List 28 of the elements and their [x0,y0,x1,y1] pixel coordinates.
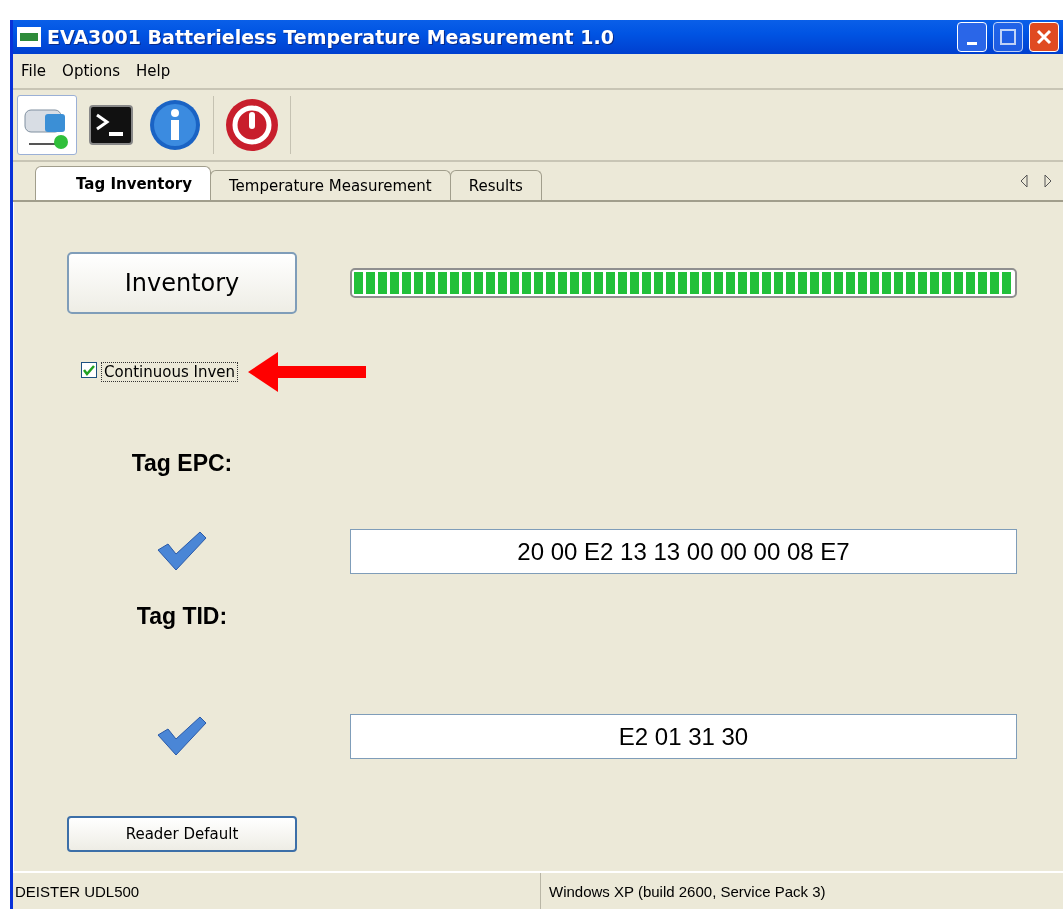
maximize-button[interactable] [993,22,1023,52]
menu-item[interactable]: Help [132,60,175,82]
field-label: Tag TID: [136,603,228,630]
close-icon [1035,28,1053,46]
terminal-icon [89,105,133,145]
scroll-left-icon[interactable] [1019,174,1029,188]
close-button[interactable] [1029,22,1059,52]
status-text: DEISTER UDL500 [13,873,541,909]
checkbox[interactable] [81,362,97,378]
minimize-icon [967,41,977,45]
info-icon [149,99,201,151]
tab[interactable]: Tag Inventory [35,166,211,200]
menu-item[interactable]: Options [58,60,124,82]
maximize-icon [999,28,1017,46]
window-title: EVA3001 Batterieless Temperature Measurement 1.0 [47,26,615,48]
inventory-button[interactable]: Inventory [67,252,297,314]
minimize-button[interactable] [957,22,987,52]
reader-default-button[interactable]: Reader Default [67,816,297,852]
value-field: E2 01 31 30 [350,714,1017,759]
tab[interactable]: Results [449,170,542,200]
status-text: Windows XP (build 2600, Service Pack 3) [548,881,826,902]
menu-item[interactable]: File [17,60,51,82]
checkbox-label: Continuous Inven [101,362,239,382]
app-logo-icon [17,27,41,47]
power-icon [225,98,279,152]
field-label: Tag EPC: [131,450,233,477]
value-field: 20 00 E2 13 13 00 00 00 08 E7 [350,529,1017,574]
scroll-right-icon[interactable] [1043,174,1053,188]
